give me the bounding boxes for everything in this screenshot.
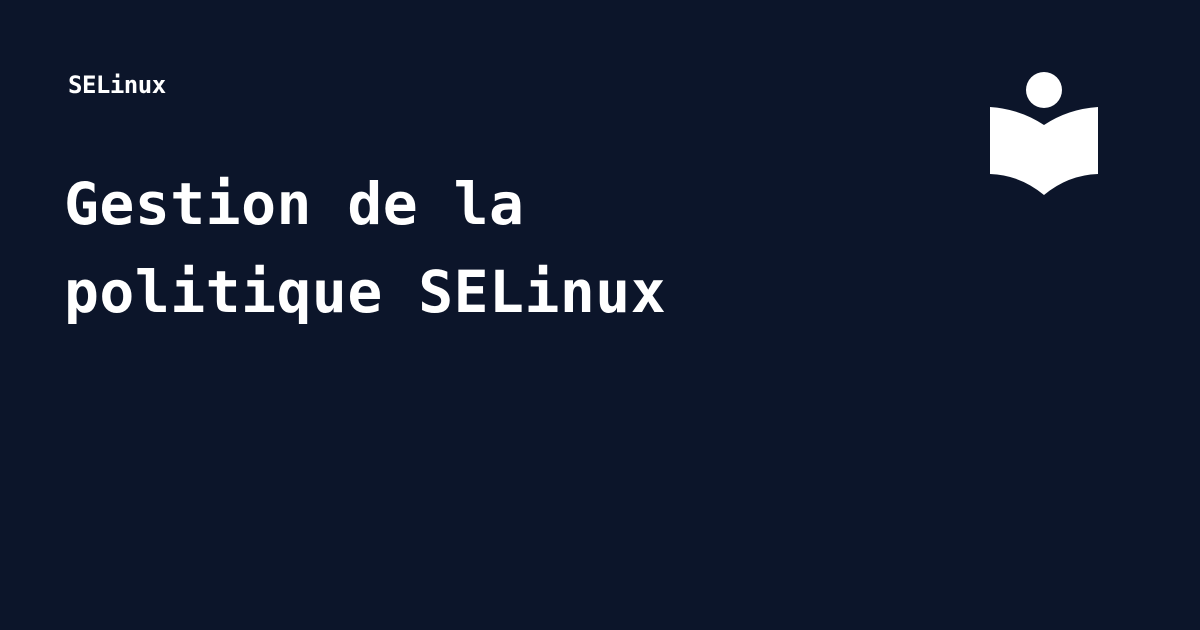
category-label: SELinux	[68, 71, 166, 99]
reader-book-icon	[988, 70, 1100, 198]
title-line-2: politique SELinux	[64, 258, 667, 326]
page-title: Gestion de la politique SELinux	[64, 160, 884, 336]
social-card: SELinux Gestion de la politique SELinux	[0, 0, 1200, 630]
title-line-1: Gestion de la	[64, 170, 525, 238]
